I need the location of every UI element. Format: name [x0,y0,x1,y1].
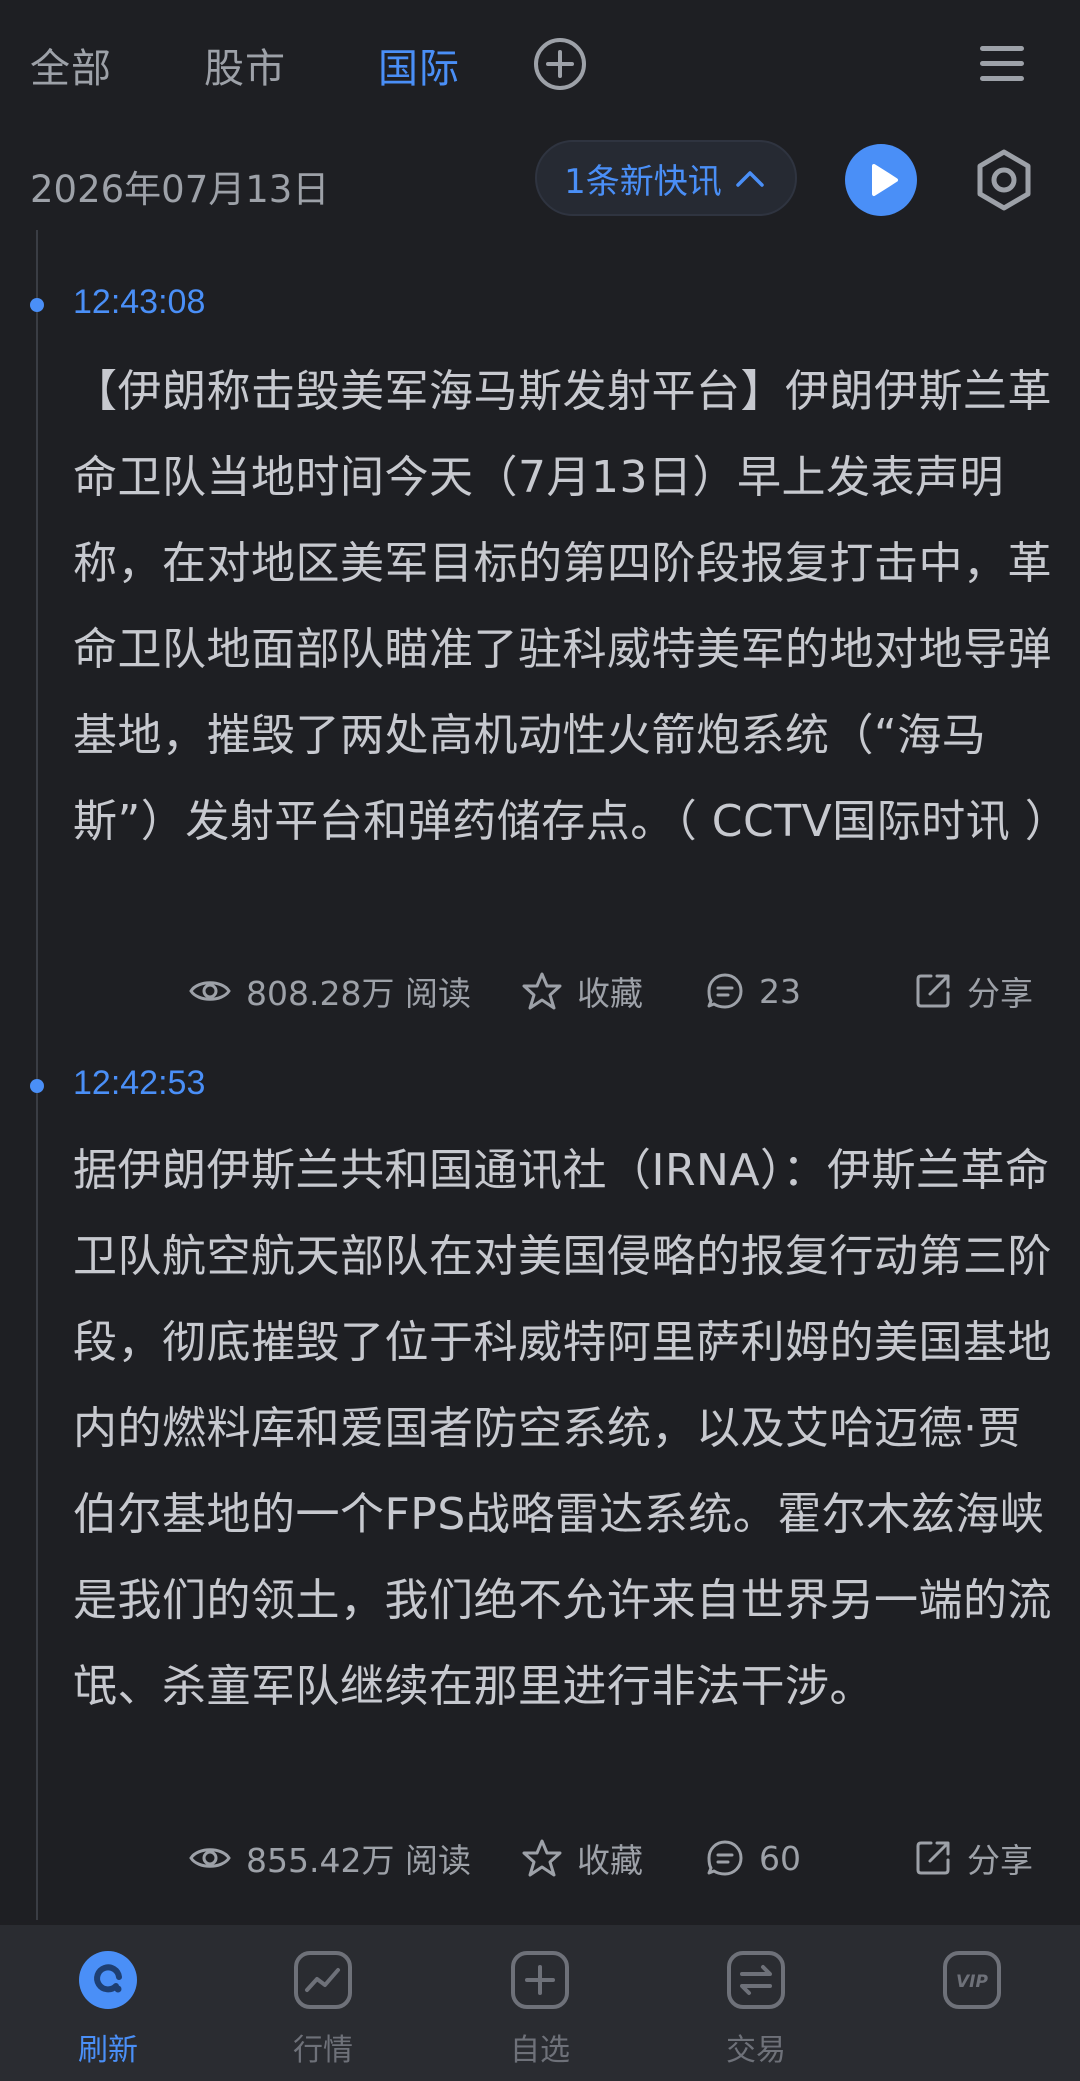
favorite-button[interactable]: 收藏 [521,1828,643,1888]
read-count: 855.42万 阅读 [188,1828,471,1888]
nav-label: 刷新 [78,2033,138,2068]
comment-icon [707,1840,743,1876]
chart-icon [294,1951,352,2009]
chevron-up-icon [736,171,764,187]
star-icon [522,1839,562,1877]
tab-stock[interactable]: 股市 [204,36,286,94]
comment-button[interactable]: 60 [705,1828,801,1888]
add-tab-button[interactable] [532,36,588,92]
favorite-label: 收藏 [577,1841,643,1880]
add-square-icon [511,1951,569,2009]
tab-international[interactable]: 国际 [378,36,460,94]
plus-circle-icon [534,38,586,90]
refresh-icon [79,1951,137,2009]
favorite-label: 收藏 [577,974,643,1013]
read-count-label: 808.28万 阅读 [246,974,471,1013]
play-icon [872,164,898,196]
eye-icon [189,1848,231,1868]
nav-vip[interactable]: VIP [912,1925,1032,2081]
menu-button[interactable] [976,40,1028,88]
top-tab-bar: 全部 股市 国际 [0,0,1080,130]
nav-label: 行情 [293,2033,353,2068]
comment-count: 23 [759,971,801,1011]
news-time: 12:42:53 [73,1064,206,1102]
nav-label: 交易 [726,2033,786,2068]
timeline-line [36,230,38,1920]
tab-all[interactable]: 全部 [30,36,112,94]
nav-label: 自选 [510,2033,570,2068]
share-button[interactable]: 分享 [913,1828,1033,1888]
read-count-label: 855.42万 阅读 [246,1841,471,1880]
nav-refresh[interactable]: 刷新 [48,1925,168,2081]
svg-text:VIP: VIP [956,1972,988,1992]
news-time: 12:43:08 [73,283,206,321]
share-label: 分享 [967,974,1033,1013]
comment-icon [707,973,743,1009]
hamburger-menu-icon [980,46,1024,81]
date-label: 2026年07月13日 [30,168,330,211]
news-content[interactable]: 【伊朗称击毁美军海马斯发射平台】伊朗伊斯兰革命卫队当地时间今天（7月13日）早上… [73,349,1069,865]
share-icon [916,1841,950,1875]
nav-market[interactable]: 行情 [263,1925,383,2081]
comment-button[interactable]: 23 [705,961,801,1021]
news-actions: 855.42万 阅读 收藏 60 分享 [73,1828,1053,1888]
gear-icon [977,149,1031,211]
timeline-dot [30,298,44,312]
nav-watchlist[interactable]: 自选 [480,1925,600,2081]
new-news-label: 1条新快讯 [564,161,722,202]
news-actions: 808.28万 阅读 收藏 23 分享 [73,961,1053,1021]
share-icon [916,974,950,1008]
nav-trade[interactable]: 交易 [696,1925,816,2081]
star-icon [522,972,562,1010]
new-news-pill[interactable]: 1条新快讯 [535,140,797,216]
eye-icon [189,981,231,1001]
news-content[interactable]: 据伊朗伊斯兰共和国通讯社（IRNA）：伊斯兰革命卫队航空航天部队在对美国侵略的报… [73,1128,1053,1730]
timeline-dot [30,1079,44,1093]
share-label: 分享 [967,1841,1033,1880]
vip-icon: VIP [943,1951,1001,2009]
settings-button[interactable] [972,148,1036,212]
exchange-icon [727,1951,785,2009]
bottom-nav: 刷新 行情 自选 交易 VIP [0,1925,1080,2081]
date-row: 2026年07月13日 1条新快讯 [0,135,1080,230]
comment-count: 60 [759,1838,801,1878]
play-button[interactable] [845,144,917,216]
favorite-button[interactable]: 收藏 [521,961,643,1021]
share-button[interactable]: 分享 [913,961,1033,1021]
read-count: 808.28万 阅读 [188,961,471,1021]
